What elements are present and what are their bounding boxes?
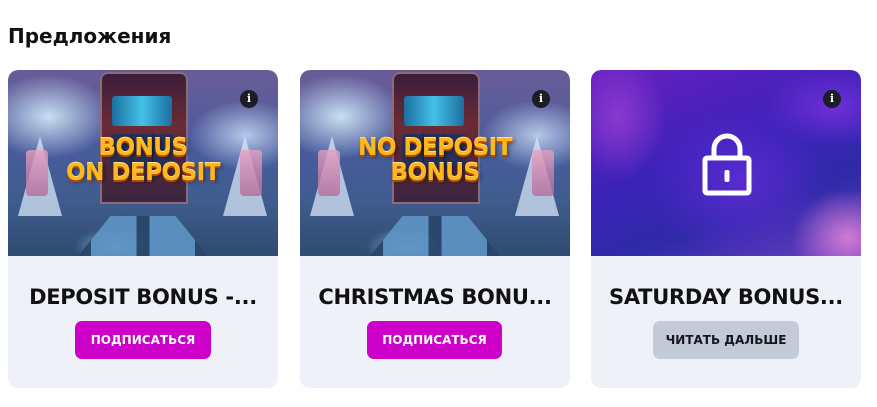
banner-promo-line: BONUS	[390, 160, 480, 186]
offer-title: DEPOSIT BONUS -...	[29, 285, 257, 309]
banner-promo-text: BONUS ON DEPOSIT	[8, 136, 278, 186]
decoration-path	[78, 216, 208, 256]
offers-list: BONUS ON DEPOSIT i DEPOSIT BONUS -... ПО…	[0, 0, 877, 407]
banner-promo-text: NO DEPOSIT BONUS	[300, 136, 570, 186]
subscribe-button[interactable]: ПОДПИСАТЬСЯ	[367, 321, 502, 359]
offer-title: CHRISTMAS BONU...	[318, 285, 552, 309]
subscribe-button[interactable]: ПОДПИСАТЬСЯ	[75, 321, 211, 359]
read-more-button[interactable]: ЧИТАТЬ ДАЛЬШЕ	[653, 321, 799, 359]
offer-banner-image[interactable]: NO DEPOSIT BONUS i	[300, 70, 570, 256]
banner-promo-line: ON DEPOSIT	[66, 160, 220, 186]
info-icon[interactable]: i	[532, 90, 550, 108]
decoration-path	[370, 216, 500, 256]
offer-card-deposit-bonus[interactable]: BONUS ON DEPOSIT i DEPOSIT BONUS -... ПО…	[8, 70, 278, 388]
offer-card-christmas-bonus[interactable]: NO DEPOSIT BONUS i CHRISTMAS BONU... ПОД…	[300, 70, 570, 388]
info-icon[interactable]: i	[240, 90, 258, 108]
offer-banner-locked[interactable]: i	[591, 70, 861, 256]
lock-icon	[702, 133, 752, 196]
offer-banner-image[interactable]: BONUS ON DEPOSIT i	[8, 70, 278, 256]
info-icon[interactable]: i	[823, 90, 841, 108]
offer-card-saturday-bonus[interactable]: i SATURDAY BONUS... ЧИТАТЬ ДАЛЬШЕ	[591, 70, 861, 388]
banner-promo-line: NO DEPOSIT	[358, 135, 512, 161]
banner-promo-line: BONUS	[98, 135, 188, 161]
offer-title: SATURDAY BONUS...	[609, 285, 843, 309]
